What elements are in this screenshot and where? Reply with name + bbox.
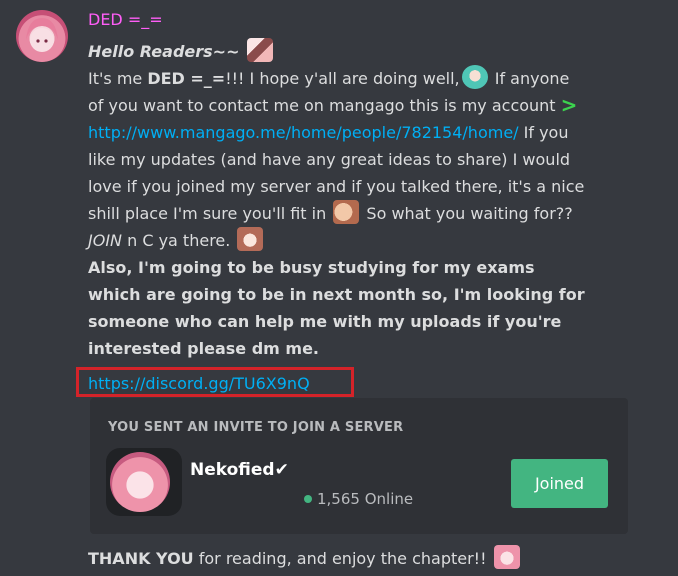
mangago-profile-link[interactable]: http://www.mangago.me/home/people/782154… bbox=[88, 123, 519, 142]
user-avatar[interactable] bbox=[16, 10, 68, 62]
intro-text: It's me bbox=[88, 69, 148, 88]
thank-you-line: THANK YOU for reading, and enjoy the cha… bbox=[88, 545, 522, 570]
online-count: 1,565 Online bbox=[304, 490, 413, 508]
fox-emoji-icon bbox=[246, 38, 273, 62]
username[interactable]: DED =_= bbox=[88, 10, 163, 29]
message-content: Hello Readers~~ It's me DED =_=!!! I hop… bbox=[88, 38, 588, 362]
avatar-image bbox=[26, 18, 58, 52]
server-name[interactable]: Nekofied✔ bbox=[190, 460, 289, 480]
pink-hair-emoji-icon bbox=[493, 545, 520, 569]
thank-you-bold: THANK YOU bbox=[88, 549, 194, 568]
chat-message: DED =_= Hello Readers~~ It's me DED =_=!… bbox=[0, 0, 678, 576]
exam-notice-text: Also, I'm going to be busy studying for … bbox=[88, 258, 585, 358]
online-count-text: 1,565 Online bbox=[317, 490, 414, 508]
wellbeing-text: !!! I hope y'all are doing well, bbox=[225, 69, 460, 88]
discord-invite-link[interactable]: https://discord.gg/TU6X9nQ bbox=[88, 370, 310, 397]
hand-emoji-icon bbox=[333, 200, 360, 224]
waiting-text: So what you waiting for?? bbox=[361, 204, 573, 223]
join-word: JOIN bbox=[88, 231, 122, 250]
teal-hair-emoji-icon bbox=[461, 65, 488, 89]
greeting-text: Hello Readers~~ bbox=[88, 42, 240, 61]
invite-heading: YOU SENT AN INVITE TO JOIN A SERVER bbox=[108, 420, 404, 435]
server-invite-card: YOU SENT AN INVITE TO JOIN A SERVER Neko… bbox=[90, 398, 628, 534]
joined-button[interactable]: Joined bbox=[511, 459, 608, 508]
online-status-icon bbox=[304, 495, 312, 503]
server-icon-image bbox=[110, 452, 170, 512]
author-bold-name: DED =_= bbox=[147, 69, 226, 88]
girl-emoji-icon bbox=[237, 227, 264, 251]
server-icon[interactable] bbox=[106, 448, 182, 516]
thank-you-text: for reading, and enjoy the chapter!! bbox=[193, 549, 487, 568]
see-you-text: n C ya there. bbox=[122, 231, 231, 250]
green-right-arrow-icon: > bbox=[560, 93, 578, 117]
